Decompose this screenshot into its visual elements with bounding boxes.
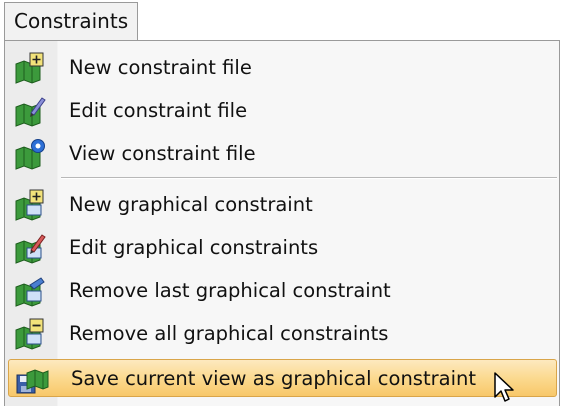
graphical-remove-all-icon [15, 318, 44, 350]
menu-item-label: Remove last graphical constraint [69, 279, 391, 302]
menu-item-label: New graphical constraint [69, 193, 313, 216]
menu-item-new-constraint-file[interactable]: New constraint file [7, 47, 557, 89]
menu-item-save-current-view-as-graphical-constraint[interactable]: Save current view as graphical constrain… [8, 359, 557, 397]
menu-item-view-constraint-file[interactable]: View constraint file [7, 133, 557, 175]
constraints-dropdown-menu: New constraint file Edit constraint file… [4, 40, 560, 406]
menu-item-edit-graphical-constraints[interactable]: Edit graphical constraints [7, 227, 557, 269]
menu-item-remove-all-graphical-constraints[interactable]: Remove all graphical constraints [7, 313, 557, 355]
menu-item-label: Edit graphical constraints [69, 236, 319, 259]
menu-item-edit-constraint-file[interactable]: Edit constraint file [7, 90, 557, 132]
menu-item-new-graphical-constraint[interactable]: New graphical constraint [7, 184, 557, 226]
mouse-pointer-icon [494, 372, 514, 402]
graphical-edit-icon [15, 234, 46, 264]
menu-item-label: New constraint file [69, 56, 252, 79]
constraints-menu-title[interactable]: Constraints [4, 2, 138, 40]
map-new-icon [15, 52, 44, 84]
map-edit-icon [15, 97, 46, 127]
menu-separator [61, 177, 557, 179]
map-view-icon [15, 139, 45, 170]
menu-item-label: Remove all graphical constraints [69, 322, 389, 345]
menu-item-label: Edit constraint file [69, 99, 248, 122]
menu-item-label: View constraint file [69, 142, 256, 165]
menu-item-label: Save current view as graphical constrain… [71, 367, 477, 390]
graphical-new-icon [15, 189, 44, 221]
menu-item-remove-last-graphical-constraint[interactable]: Remove last graphical constraint [7, 270, 557, 312]
graphical-remove-last-icon [15, 277, 45, 307]
save-view-icon [16, 369, 49, 394]
